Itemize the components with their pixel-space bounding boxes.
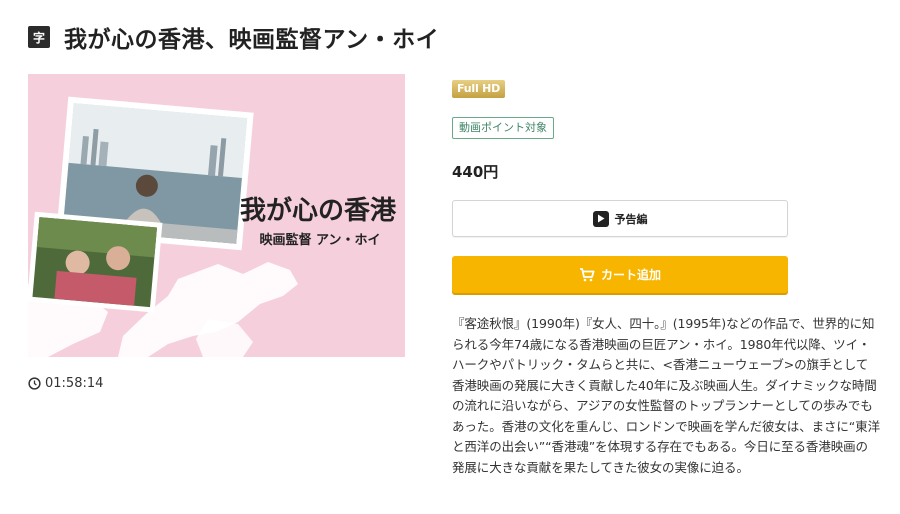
point-tag: 動画ポイント対象 xyxy=(452,117,554,139)
cart-icon xyxy=(579,267,595,281)
clock-icon xyxy=(28,377,41,390)
subtitle-badge: 字 xyxy=(28,26,50,48)
quality-badge: Full HD xyxy=(452,80,506,98)
thumbnail-artwork: 我が心の香港 映画監督 アン・ホイ xyxy=(28,74,405,357)
add-to-cart-button[interactable]: カート追加 xyxy=(452,256,788,293)
play-icon xyxy=(592,210,609,227)
duration-text: 01:58:14 xyxy=(45,376,104,391)
cart-label: カート追加 xyxy=(600,268,661,282)
title-row: 字 我が心の香港、映画監督アン・ホイ xyxy=(28,22,440,53)
video-thumbnail[interactable]: 我が心の香港 映画監督 アン・ホイ xyxy=(28,74,405,357)
duration: 01:58:14 xyxy=(28,376,103,391)
price: 440円 xyxy=(452,163,499,181)
trailer-label: 予告編 xyxy=(614,212,648,226)
thumbnail-title-sub: 映画監督 アン・ホイ xyxy=(259,232,380,248)
description: 『客途秋恨』(1990年)『女人、四十。』(1995年)などの作品で、世界的に知… xyxy=(452,316,880,475)
thumbnail-title-main: 我が心の香港 xyxy=(240,195,397,226)
page-title: 我が心の香港、映画監督アン・ホイ xyxy=(64,27,440,53)
trailer-button[interactable]: 予告編 xyxy=(452,200,788,237)
